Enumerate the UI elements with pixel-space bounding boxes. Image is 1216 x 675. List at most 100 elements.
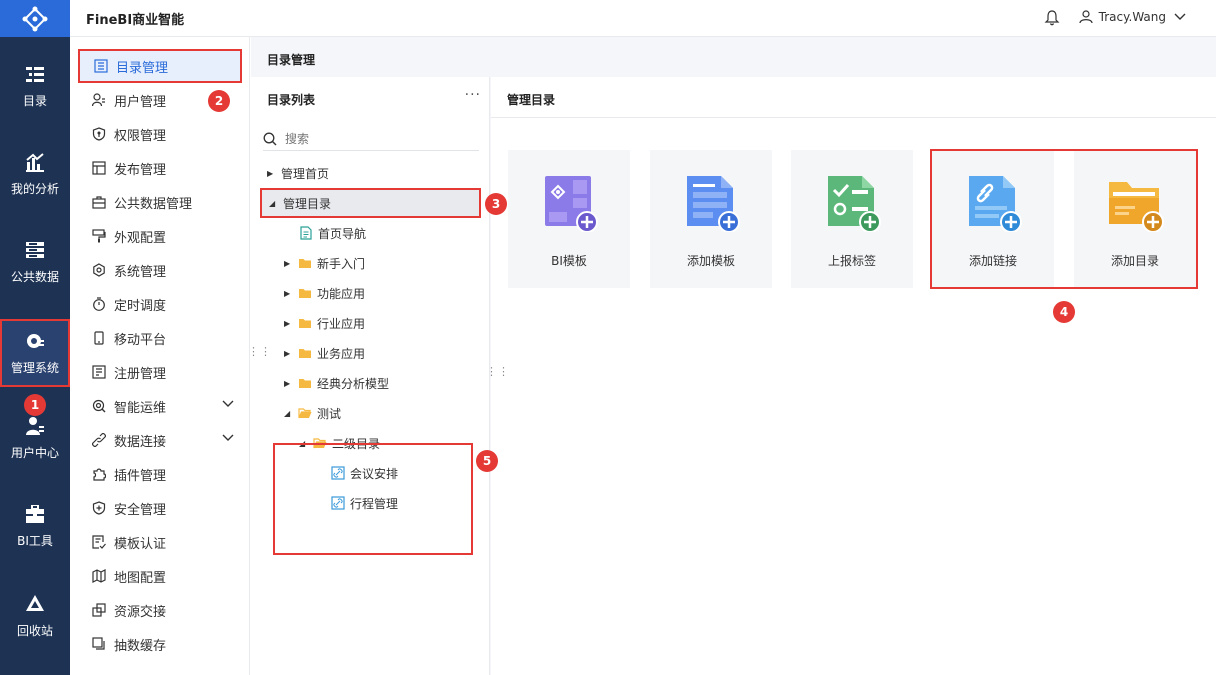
card-label: 添加链接 [968,254,1017,268]
nav-label: 资源交接 [114,604,167,620]
logo[interactable] [0,0,70,37]
nav-item-public-data-management[interactable]: 公共数据管理 [78,185,242,219]
nav-item-scheduling[interactable]: 定时调度 [78,287,242,321]
chevron-down-icon [1174,13,1186,20]
rail-item-my-analysis[interactable]: 我的分析 [0,140,70,208]
tree-label: 管理首页 [281,166,330,181]
nav-label: 插件管理 [114,468,167,484]
nav-item-plugin-management[interactable]: 插件管理 [78,457,242,491]
tree-label: 二级目录 [332,436,381,451]
resize-handle-icon[interactable]: ⋮⋮ [248,346,272,357]
rail-item-management-system[interactable]: 管理系统 [0,319,70,387]
collapse-arrow-icon[interactable]: ◢ [269,199,279,208]
register-icon [92,365,106,379]
rail-label: 管理系统 [10,360,59,375]
folder-icon [299,349,311,358]
catalog-list-icon [94,59,108,73]
nav-item-publish-management[interactable]: 发布管理 [78,151,242,185]
card-add-template[interactable]: 添加模板 [650,150,772,288]
template-cert-icon [92,535,106,549]
rail-label: BI工具 [17,533,53,548]
catalog-content-panel: 管理目录 BI模板 添加模板 上报标签 添加链接 添加目录 [491,77,1216,675]
briefcase-icon [92,196,106,209]
nav-label: 安全管理 [114,502,167,518]
nav-item-resource-handover[interactable]: 资源交接 [78,593,242,627]
expand-arrow-icon[interactable]: ▶ [284,319,294,328]
card-add-link[interactable]: 添加链接 [932,150,1054,288]
tree-row-industry-app[interactable]: ▶ 行业应用 [284,308,365,338]
card-add-folder[interactable]: 添加目录 [1074,150,1196,288]
expand-arrow-icon[interactable]: ▶ [267,169,277,178]
security-shield-icon [92,501,106,515]
nav-item-permission-management[interactable]: 权限管理 [78,117,242,151]
user-menu[interactable]: Tracy.Wang [1079,10,1192,24]
content-panel-title: 管理目录 [507,93,556,107]
folder-open-icon [313,438,327,449]
card-report-tag[interactable]: 上报标签 [791,150,913,288]
nav-item-registration[interactable]: 注册管理 [78,355,242,389]
nav-label: 目录管理 [116,60,169,76]
add-link-icon [969,176,1022,232]
search-input[interactable] [285,131,465,146]
catalog-icon [26,66,44,82]
card-label: 添加目录 [1110,254,1159,268]
nav-label: 系统管理 [114,264,167,280]
rail-item-bi-tools[interactable]: BI工具 [0,492,70,560]
annotation-badge-1: 1 [24,394,46,416]
tree-row-itinerary[interactable]: 行程管理 [331,488,398,518]
rail-item-recycle[interactable]: 回收站 [0,582,70,650]
main-area: 目录管理 目录列表 ··· ▶ 管理首页 ◢ 管理目录 首页导航 ▶ 新手入门 … [248,37,1216,675]
tree-row-manage-home[interactable]: ▶ 管理首页 [267,158,329,188]
rail-label: 公共数据 [10,269,59,284]
bell-icon[interactable] [1044,10,1060,26]
tree-row-manage-catalog[interactable]: ◢ 管理目录 [260,188,481,218]
expand-arrow-icon[interactable]: ▶ [284,379,294,388]
nav-item-extract-cache[interactable]: 抽数缓存 [78,627,242,661]
nav-item-appearance[interactable]: 外观配置 [78,219,242,253]
expand-arrow-icon[interactable]: ▶ [284,349,294,358]
ops-icon [92,399,106,413]
tree-row-classic-model[interactable]: ▶ 经典分析模型 [284,368,389,398]
divider [491,117,1216,118]
map-icon [92,569,106,583]
rail-item-public-data[interactable]: 公共数据 [0,228,70,296]
folder-icon [299,259,311,268]
card-label: 上报标签 [827,254,876,268]
tree-row-test[interactable]: ◢ 测试 [284,398,341,428]
folder-icon [299,379,311,388]
tree-row-subcatalog[interactable]: ◢ 二级目录 [299,428,380,458]
paint-brush-icon [92,229,106,243]
rail-label: 回收站 [16,623,53,638]
toolbox-icon [26,504,44,523]
nav-item-template-cert[interactable]: 模板认证 [78,525,242,559]
user-center-icon [26,416,44,435]
nav-item-mobile-platform[interactable]: 移动平台 [78,321,242,355]
link-file-icon [331,466,345,480]
tree-row-business-app[interactable]: ▶ 业务应用 [284,338,365,368]
nav-item-catalog-management[interactable]: 目录管理 [78,49,242,83]
card-bi-template[interactable]: BI模板 [508,150,630,288]
nav-item-system-management[interactable]: 系统管理 [78,253,242,287]
rail-item-catalog[interactable]: 目录 [0,52,70,120]
tree-label: 测试 [317,406,342,421]
plugin-icon [93,468,106,481]
expand-arrow-icon[interactable]: ▶ [284,259,294,268]
nav-item-map-config[interactable]: 地图配置 [78,559,242,593]
nav-item-data-connection[interactable]: 数据连接 [78,423,242,457]
collapse-arrow-icon[interactable]: ◢ [284,409,294,418]
tree-row-meeting[interactable]: 会议安排 [331,458,398,488]
tree-row-home-nav[interactable]: 首页导航 [299,218,366,248]
nav-item-security-management[interactable]: 安全管理 [78,491,242,525]
tree-row-function-app[interactable]: ▶ 功能应用 [284,278,365,308]
app-title: FineBI商业智能 [86,12,185,28]
nav-label: 地图配置 [114,570,167,586]
expand-arrow-icon[interactable]: ▶ [284,289,294,298]
collapse-arrow-icon[interactable]: ◢ [299,439,309,448]
more-options-button[interactable]: ··· [465,87,481,103]
resize-handle-icon[interactable]: ⋮⋮ [486,366,510,377]
rail-label: 我的分析 [10,181,59,196]
nav-item-smart-ops[interactable]: 智能运维 [78,389,242,423]
permission-shield-icon [92,127,106,141]
tree-row-beginner[interactable]: ▶ 新手入门 [284,248,365,278]
folder-open-icon [298,408,312,419]
